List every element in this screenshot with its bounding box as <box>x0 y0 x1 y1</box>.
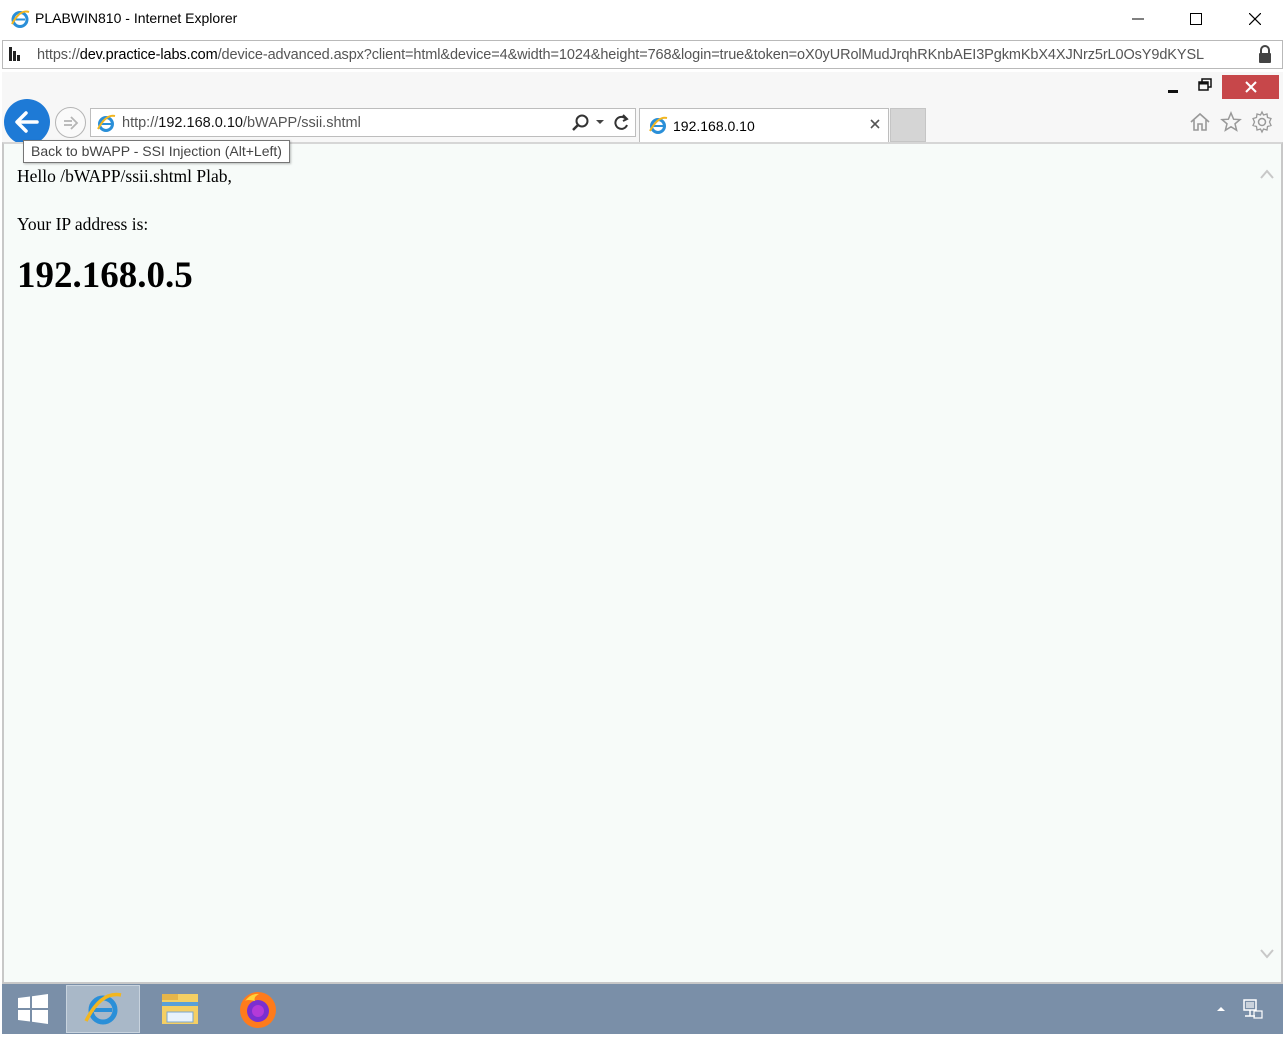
home-icon[interactable] <box>1188 110 1212 134</box>
lock-icon[interactable] <box>1258 45 1272 64</box>
address-domain: dev.practice-labs.com <box>79 47 218 63</box>
show-hidden-icons-chevron[interactable] <box>1215 1005 1227 1013</box>
back-tooltip: Back to bWAPP - SSI Injection (Alt+Left) <box>23 140 290 163</box>
file-explorer-icon <box>162 994 198 1024</box>
star-favorites-icon[interactable] <box>1219 110 1243 134</box>
outer-title-bar: PLABWIN810 - Internet Explorer <box>0 0 1286 38</box>
forward-button[interactable] <box>55 107 86 138</box>
refresh-icon[interactable] <box>612 113 630 133</box>
page-content: Hello /bWAPP/ssii.shtml Plab, Your IP ad… <box>2 142 1283 984</box>
inner-address-bar[interactable]: http://192.168.0.10/bWAPP/ssii.shtml <box>90 108 636 137</box>
remote-session: http://192.168.0.10/bWAPP/ssii.shtml 192… <box>2 72 1283 1034</box>
internet-explorer-icon <box>649 116 668 134</box>
tab-active[interactable]: 192.168.0.10 <box>639 108 889 142</box>
minimize-button[interactable] <box>1109 0 1167 38</box>
maximize-icon <box>1190 13 1202 25</box>
outer-address-text[interactable]: https://dev.practice-labs.com/device-adv… <box>37 47 1257 63</box>
maximize-button[interactable] <box>1167 0 1225 38</box>
internet-explorer-icon <box>11 10 30 28</box>
inner-minimize-icon[interactable] <box>1162 78 1184 96</box>
inner-address-prefix: http:// <box>122 115 159 131</box>
back-button[interactable] <box>4 99 50 145</box>
inner-address-text[interactable]: http://192.168.0.10/bWAPP/ssii.shtml <box>122 115 361 131</box>
ip-value: 192.168.0.5 <box>17 255 193 296</box>
firefox-icon <box>240 992 276 1028</box>
scroll-up-icon[interactable] <box>1259 168 1275 180</box>
taskbar-firefox[interactable] <box>236 988 280 1032</box>
taskbar-internet-explorer[interactable] <box>66 985 140 1033</box>
chevron-down-icon[interactable] <box>595 118 605 126</box>
inner-address-host: 192.168.0.10 <box>158 115 243 131</box>
internet-explorer-icon <box>84 992 122 1025</box>
arrow-left-icon <box>15 111 39 133</box>
inner-address-path: /bWAPP/ssii.shtml <box>242 115 361 131</box>
practice-labs-favicon <box>9 47 20 61</box>
minimize-icon <box>1132 18 1144 20</box>
address-prefix: https:// <box>37 47 80 63</box>
scroll-down-icon[interactable] <box>1259 948 1275 960</box>
inner-restore-icon[interactable] <box>1194 76 1216 94</box>
windows-start-icon[interactable] <box>16 992 50 1026</box>
arrow-right-icon <box>63 115 78 130</box>
internet-explorer-icon <box>97 114 116 132</box>
close-icon <box>1244 81 1257 93</box>
outer-window-title: PLABWIN810 - Internet Explorer <box>35 10 238 26</box>
inner-close-button[interactable] <box>1222 75 1279 99</box>
close-icon <box>1249 13 1261 25</box>
close-button[interactable] <box>1226 0 1284 38</box>
taskbar <box>2 984 1283 1034</box>
tab-title: 192.168.0.10 <box>673 118 755 134</box>
search-icon[interactable] <box>571 113 591 133</box>
gear-icon[interactable] <box>1250 110 1274 134</box>
network-icon[interactable] <box>1240 997 1264 1021</box>
taskbar-file-explorer[interactable] <box>158 989 202 1029</box>
tab-close-icon[interactable] <box>868 117 882 131</box>
hello-line: Hello /bWAPP/ssii.shtml Plab, <box>17 166 232 186</box>
outer-address-bar[interactable]: https://dev.practice-labs.com/device-adv… <box>2 40 1283 69</box>
address-rest: /device-advanced.aspx?client=html&device… <box>217 47 1205 63</box>
ip-label: Your IP address is: <box>17 214 149 234</box>
new-tab-button[interactable] <box>890 108 926 142</box>
